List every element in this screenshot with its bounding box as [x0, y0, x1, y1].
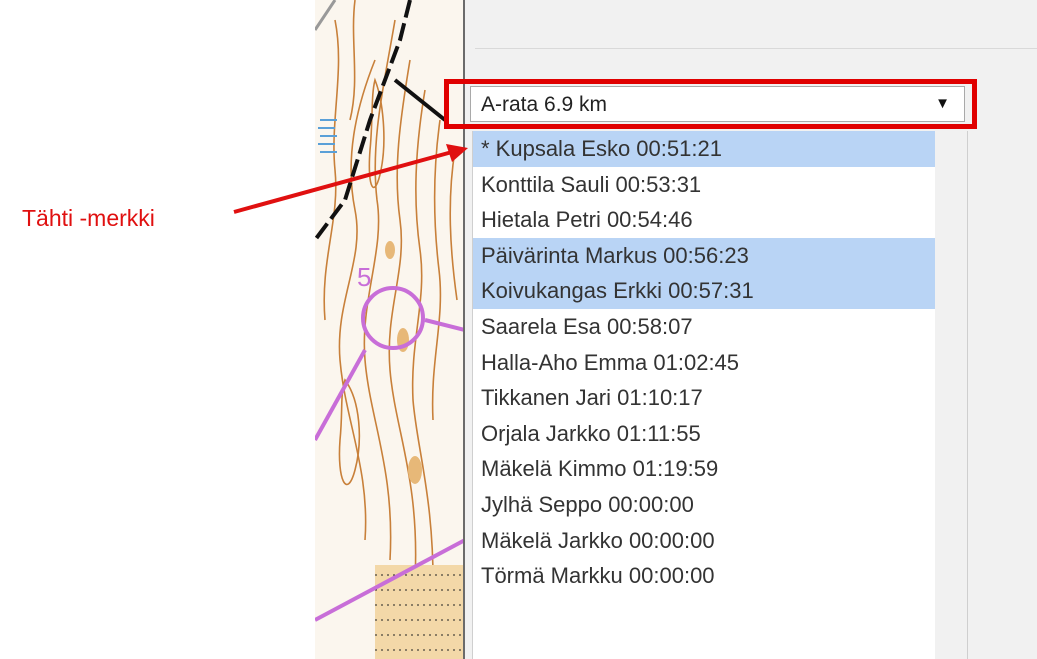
annotation-label: Tähti -merkki [22, 205, 155, 231]
runner-list-item[interactable]: Päivärinta Markus 00:56:23 [473, 237, 936, 274]
contour-lines [323, 0, 458, 601]
runner-list-item[interactable]: Orjala Jarkko 01:11:55 [473, 416, 936, 452]
runner-list[interactable]: * Kupsala Esko 00:51:21 Konttila Sauli 00… [472, 131, 937, 659]
runner-list-item[interactable]: Mäkelä Kimmo 01:19:59 [473, 451, 936, 487]
runner-list-item[interactable]: Koivukangas Erkki 00:57:31 [473, 273, 936, 309]
control-circle [361, 286, 425, 350]
panel-separator [475, 48, 1037, 49]
runner-list-item[interactable]: Törmä Markku 00:00:00 [473, 558, 936, 594]
control-number: 5 [357, 262, 372, 292]
runner-list-item[interactable]: Tikkanen Jari 01:10:17 [473, 380, 936, 416]
runner-list-item[interactable]: Mäkelä Jarkko 00:00:00 [473, 523, 936, 559]
annotation-highlight-box [444, 79, 977, 129]
runner-list-item[interactable]: Halla-Aho Emma 01:02:45 [473, 345, 936, 381]
runner-list-item[interactable]: Jylhä Seppo 00:00:00 [473, 487, 936, 523]
map-graphics [315, 0, 465, 659]
runner-list-item[interactable]: * Kupsala Esko 00:51:21 [473, 131, 936, 167]
runner-list-item[interactable]: Saarela Esa 00:58:07 [473, 309, 936, 345]
runner-list-item[interactable]: Hietala Petri 00:54:46 [473, 202, 936, 238]
list-side-rail [935, 131, 968, 659]
orienteering-map[interactable]: 5 [315, 0, 465, 659]
runner-list-item[interactable]: Konttila Sauli 00:53:31 [473, 167, 936, 203]
road-segment [315, 0, 337, 31]
